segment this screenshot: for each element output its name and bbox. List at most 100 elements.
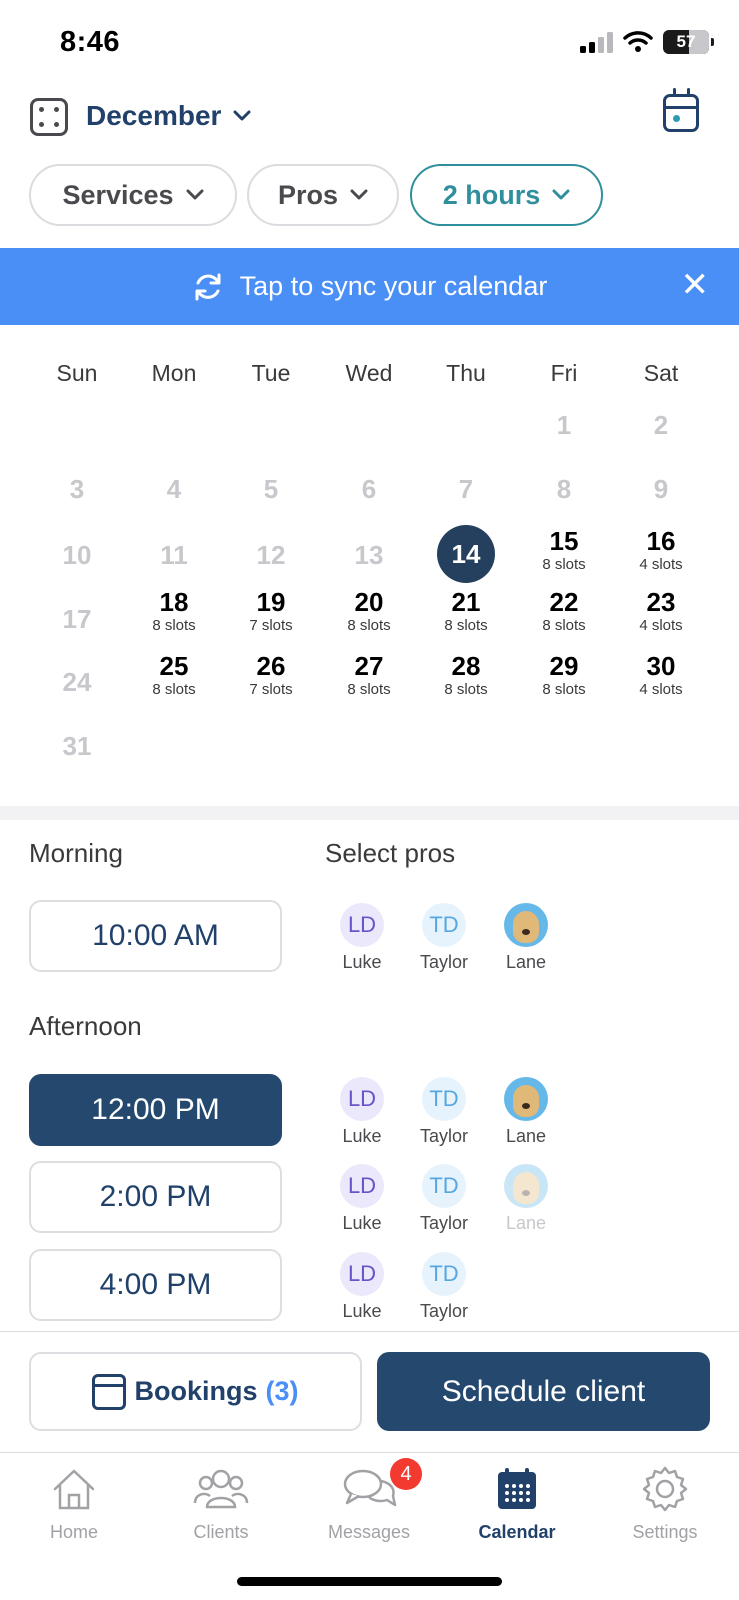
dice-grid-icon[interactable] xyxy=(30,98,68,136)
calendar-day: 4 xyxy=(125,474,223,505)
chevron-down-icon xyxy=(350,189,368,200)
month-selector[interactable]: December xyxy=(86,100,251,132)
weekday-label: Sun xyxy=(56,360,98,386)
tab-calendar[interactable]: Calendar xyxy=(443,1462,591,1543)
calendar-day: 6 xyxy=(320,474,418,505)
pro-option-taylor[interactable]: TD Taylor xyxy=(403,1077,485,1147)
calendar-day: 5 xyxy=(222,474,320,505)
avatar: TD xyxy=(422,1252,466,1296)
calendar-day[interactable]: 23 4 slots xyxy=(612,587,710,634)
pro-name: Taylor xyxy=(419,952,468,972)
day-number: 17 xyxy=(62,604,92,634)
weekday-label: Sat xyxy=(643,360,679,386)
calendar-day[interactable]: 21 8 slots xyxy=(417,587,515,634)
calendar-day: 9 xyxy=(612,474,710,505)
chevron-down-icon xyxy=(552,189,570,200)
pro-option-luke[interactable]: LD Luke xyxy=(321,1252,403,1322)
chevron-down-icon xyxy=(186,189,204,200)
schedule-client-button[interactable]: Schedule client xyxy=(377,1352,710,1431)
pro-name: Taylor xyxy=(419,1213,468,1233)
pro-option-lane[interactable]: Lane xyxy=(485,1077,567,1147)
day-number: 7 xyxy=(458,474,474,504)
tab-home[interactable]: Home xyxy=(0,1462,148,1543)
calendar-day[interactable]: 18 8 slots xyxy=(125,587,223,634)
sync-icon xyxy=(195,273,221,300)
calendar-day[interactable]: 20 8 slots xyxy=(320,587,418,634)
weekday-label: Wed xyxy=(345,360,393,386)
pro-option-taylor[interactable]: TD Taylor xyxy=(403,1164,485,1234)
time-slot-button[interactable]: 2:00 PM xyxy=(29,1161,282,1233)
weekday-label: Mon xyxy=(151,360,197,386)
day-number: 27 xyxy=(354,651,384,681)
time-slot-button[interactable]: 4:00 PM xyxy=(29,1249,282,1321)
tab-settings-label: Settings xyxy=(632,1522,698,1542)
dog-avatar xyxy=(504,1077,548,1121)
day-number: 29 xyxy=(549,651,579,681)
duration-filter[interactable]: 2 hours xyxy=(410,164,603,226)
tab-calendar-label: Calendar xyxy=(478,1522,556,1542)
day-slots-count: 4 slots xyxy=(639,617,683,634)
day-slots-count: 8 slots xyxy=(152,617,196,634)
actions-divider xyxy=(0,1331,739,1332)
calendar-day[interactable]: 15 8 slots xyxy=(515,526,613,573)
pro-option-luke[interactable]: LD Luke xyxy=(321,1077,403,1147)
services-filter[interactable]: Services xyxy=(29,164,237,226)
pro-name: Taylor xyxy=(419,1126,468,1146)
tab-clients[interactable]: Clients xyxy=(147,1462,295,1543)
tab-messages-label: Messages xyxy=(327,1522,411,1542)
day-number: 20 xyxy=(354,587,384,617)
calendar-day[interactable]: 25 8 slots xyxy=(125,651,223,698)
calendar-day: 7 xyxy=(417,474,515,505)
pros-filter[interactable]: Pros xyxy=(247,164,399,226)
day-slots-count: 8 slots xyxy=(152,681,196,698)
time-slot-button[interactable]: 12:00 PM xyxy=(29,1074,282,1146)
time-slot-button[interactable]: 10:00 AM xyxy=(29,900,282,972)
pro-option-luke[interactable]: LD Luke xyxy=(321,903,403,973)
pro-name: Luke xyxy=(342,1213,382,1233)
day-number: 5 xyxy=(263,474,279,504)
day-number: 3 xyxy=(69,474,85,504)
day-number: 11 xyxy=(160,540,188,570)
calendar-day[interactable]: 29 8 slots xyxy=(515,651,613,698)
calendar-day[interactable]: 28 8 slots xyxy=(417,651,515,698)
bookings-button[interactable]: Bookings (3) xyxy=(29,1352,362,1431)
battery-percent: 57 xyxy=(676,32,696,51)
weekday-label: Fri xyxy=(550,360,578,386)
morning-heading: Morning xyxy=(29,838,123,868)
calendar-icon xyxy=(92,1373,127,1410)
day-slots-count: 4 slots xyxy=(639,556,683,573)
avatar: LD xyxy=(340,1164,384,1208)
day-slots-count: 4 slots xyxy=(639,681,683,698)
pro-option-luke[interactable]: LD Luke xyxy=(321,1164,403,1234)
day-number: 28 xyxy=(451,651,481,681)
pro-name: Taylor xyxy=(419,1301,468,1321)
calendar-day[interactable]: 19 7 slots xyxy=(222,587,320,634)
calendar-day: 12 xyxy=(222,540,320,571)
calendar-day: 17 xyxy=(28,604,126,635)
sync-calendar-banner[interactable]: Tap to sync your calendar ✕ xyxy=(0,248,739,325)
calendar-day-selected[interactable]: 14 xyxy=(417,525,515,583)
tab-settings[interactable]: Settings xyxy=(591,1462,739,1543)
pros-filter-label: Pros xyxy=(277,179,339,210)
pro-option-taylor[interactable]: TD Taylor xyxy=(403,1252,485,1322)
calendar-day[interactable]: 30 4 slots xyxy=(612,651,710,698)
avatar: LD xyxy=(340,1077,384,1121)
day-number: 30 xyxy=(646,651,676,681)
day-number: 22 xyxy=(549,587,579,617)
day-slots-count: 8 slots xyxy=(347,617,391,634)
pro-option-lane[interactable]: Lane xyxy=(485,903,567,973)
pro-name: Luke xyxy=(342,1126,382,1146)
day-number: 15 xyxy=(549,526,579,556)
calendar-view-icon[interactable] xyxy=(663,88,699,132)
calendar-day[interactable]: 16 4 slots xyxy=(612,526,710,573)
select-pros-heading: Select pros xyxy=(325,838,456,868)
status-time: 8:46 xyxy=(60,26,121,58)
calendar-day[interactable]: 27 8 slots xyxy=(320,651,418,698)
close-icon[interactable]: ✕ xyxy=(681,268,710,302)
calendar-day[interactable]: 22 8 slots xyxy=(515,587,613,634)
avatar: LD xyxy=(340,903,384,947)
calendar-day[interactable]: 26 7 slots xyxy=(222,651,320,698)
bookings-label: Bookings xyxy=(134,1376,258,1406)
pro-option-taylor[interactable]: TD Taylor xyxy=(403,903,485,973)
pro-option-lane: Lane xyxy=(485,1164,567,1234)
